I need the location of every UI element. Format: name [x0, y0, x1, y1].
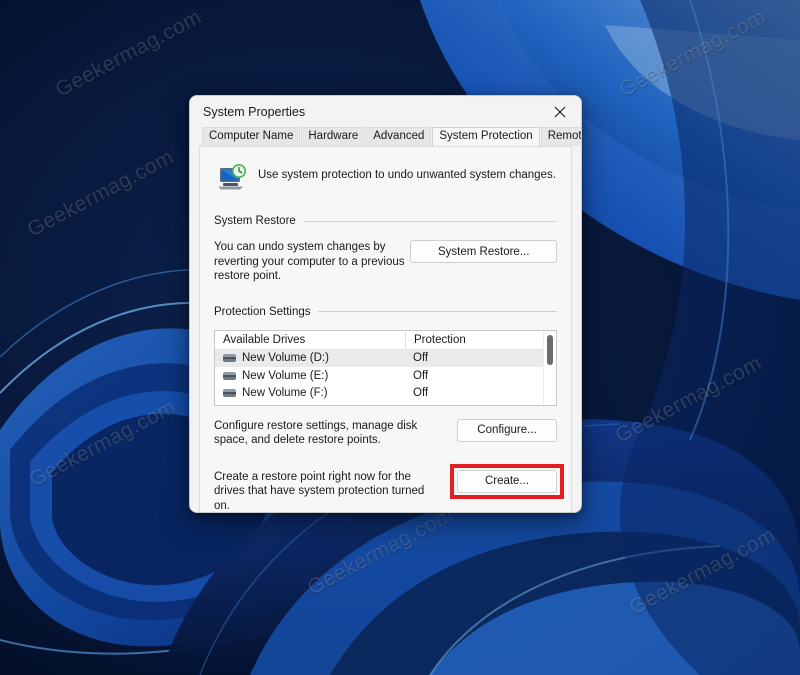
- tab-computer-name[interactable]: Computer Name: [202, 127, 301, 146]
- system-protection-panel: Use system protection to undo unwanted s…: [199, 146, 572, 513]
- protection-settings-group: Protection Settings Available Drives Pro…: [214, 306, 564, 513]
- system-restore-row: You can undo system changes by reverting…: [214, 240, 557, 284]
- scrollbar-thumb[interactable]: [547, 334, 553, 365]
- tab-system-protection[interactable]: System Protection: [432, 127, 540, 146]
- drive-protection-status: Off: [413, 369, 429, 382]
- drive-protection-status: Off: [413, 387, 429, 400]
- drive-name: New Volume (D:): [242, 352, 329, 365]
- drives-list-header: Available Drives Protection: [215, 330, 543, 350]
- tab-remote[interactable]: Remote: [540, 127, 581, 146]
- table-row[interactable]: New Volume (E:) Off: [215, 367, 543, 385]
- system-protection-icon: [217, 163, 247, 193]
- group-divider: [317, 311, 557, 312]
- drive-name: New Volume (F:): [242, 387, 328, 400]
- drive-protection-status: Off: [413, 352, 429, 365]
- create-row: Create a restore point right now for the…: [214, 463, 564, 513]
- system-restore-group: System Restore You can undo system chang…: [214, 215, 557, 284]
- system-restore-group-title: System Restore: [214, 215, 296, 227]
- system-properties-dialog: System Properties Computer Name Hardware…: [189, 95, 582, 513]
- system-restore-group-header: System Restore: [214, 215, 557, 227]
- system-restore-button[interactable]: System Restore...: [410, 240, 557, 263]
- drive-icon: [223, 354, 236, 363]
- system-restore-description: You can undo system changes by reverting…: [214, 241, 405, 282]
- table-row[interactable]: New Volume (D:) Off: [215, 349, 543, 367]
- drive-name: New Volume (E:): [242, 369, 329, 382]
- intro-row: Use system protection to undo unwanted s…: [217, 163, 557, 193]
- column-header-protection[interactable]: Protection: [405, 330, 543, 349]
- drive-icon: [223, 389, 236, 398]
- intro-text: Use system protection to undo unwanted s…: [258, 169, 556, 181]
- table-row[interactable]: New Volume (G:) Off: [215, 402, 543, 405]
- group-divider: [302, 220, 557, 222]
- create-description: Create a restore point right now for the…: [214, 470, 425, 512]
- close-button[interactable]: [539, 96, 581, 127]
- tab-advanced[interactable]: Advanced: [366, 127, 432, 146]
- configure-description: Configure restore settings, manage disk …: [214, 419, 418, 447]
- desktop-background: Geekermag.com Geekermag.com Geekermag.co…: [0, 0, 800, 675]
- drives-list-columns: Available Drives Protection New Volume (…: [215, 330, 543, 405]
- drives-list-body: New Volume (D:) Off New Volume (E:) Off: [215, 349, 543, 405]
- drive-icon: [223, 371, 236, 380]
- protection-settings-group-title: Protection Settings: [214, 305, 311, 318]
- table-row[interactable]: New Volume (F:) Off: [215, 385, 543, 403]
- tab-hardware[interactable]: Hardware: [301, 127, 366, 146]
- tab-strip: Computer Name Hardware Advanced System P…: [190, 127, 581, 146]
- dialog-title: System Properties: [203, 104, 306, 119]
- configure-row: Configure restore settings, manage disk …: [214, 418, 557, 448]
- create-button[interactable]: Create...: [457, 469, 557, 493]
- close-icon: [554, 106, 566, 117]
- column-header-available-drives[interactable]: Available Drives: [215, 334, 405, 346]
- dialog-titlebar[interactable]: System Properties: [190, 96, 581, 127]
- protection-settings-group-header: Protection Settings: [214, 306, 557, 318]
- configure-button[interactable]: Configure...: [457, 418, 557, 442]
- create-button-wrapper: Create...: [450, 463, 564, 499]
- drives-list[interactable]: Available Drives Protection New Volume (…: [214, 329, 557, 406]
- drives-list-scrollbar[interactable]: [543, 330, 556, 405]
